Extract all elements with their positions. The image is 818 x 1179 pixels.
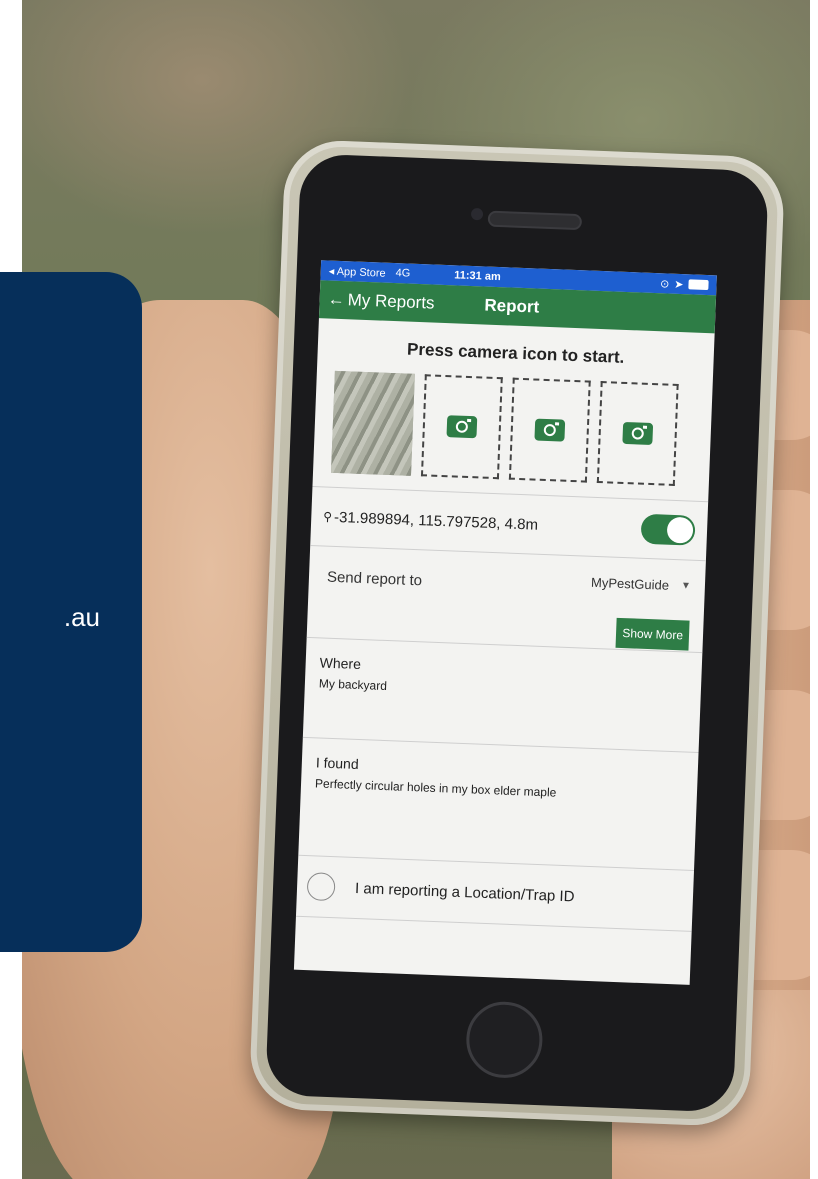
show-more-button[interactable]: Show More xyxy=(615,617,690,651)
send-report-value: MyPestGuide xyxy=(590,574,670,593)
camera-icon xyxy=(622,421,654,446)
trap-option-radio[interactable] xyxy=(306,872,336,902)
photo-slot[interactable] xyxy=(508,377,591,483)
chevron-down-icon: ▼ xyxy=(680,580,692,592)
panel-text-clip: .au xyxy=(0,272,142,952)
location-arrow-icon: ➤ xyxy=(674,278,684,291)
status-icons: ⊙ ➤ xyxy=(660,277,709,292)
send-report-select[interactable]: MyPestGuide ▼ xyxy=(591,575,691,594)
front-camera xyxy=(470,207,484,221)
send-report-label: Send report to xyxy=(326,568,423,590)
phone: ◂ App Store 4G 11:31 am ⊙ ➤ ← My Reports… xyxy=(248,138,786,1128)
back-label: My Reports xyxy=(347,290,435,313)
network-label: 4G xyxy=(395,267,411,280)
phone-screen: ◂ App Store 4G 11:31 am ⊙ ➤ ← My Reports… xyxy=(293,260,717,985)
phone-body: ◂ App Store 4G 11:31 am ⊙ ➤ ← My Reports… xyxy=(265,153,769,1113)
photo-slots xyxy=(313,370,713,487)
toggle-knob xyxy=(666,516,694,544)
location-coordinates: -31.989894, 115.797528, 4.8m xyxy=(333,508,539,534)
status-time: 11:31 am xyxy=(454,269,501,284)
map-pin-icon: ⚲ xyxy=(323,509,333,524)
trap-option-label: I am reporting a Location/Trap ID xyxy=(354,879,575,905)
page-title: Report xyxy=(484,295,540,317)
found-field[interactable]: I found Perfectly circular holes in my b… xyxy=(298,736,699,870)
photo-thumbnail[interactable] xyxy=(331,370,415,476)
home-button[interactable] xyxy=(464,1000,544,1080)
photo-slot[interactable] xyxy=(596,381,679,486)
send-report-row: Send report to MyPestGuide ▼ Show More xyxy=(306,544,706,653)
location-toggle[interactable] xyxy=(640,513,696,546)
back-button[interactable]: ← My Reports xyxy=(327,289,435,313)
carrier-label: ◂ App Store xyxy=(328,265,386,280)
battery-icon xyxy=(688,279,709,291)
lock-rotation-icon: ⊙ xyxy=(659,277,670,291)
camera-icon xyxy=(446,415,478,439)
back-arrow-icon: ← xyxy=(327,289,346,310)
panel-text: .au xyxy=(63,602,100,632)
photo-slot[interactable] xyxy=(420,374,503,480)
where-field[interactable]: Where My backyard xyxy=(302,636,703,753)
earpiece-speaker xyxy=(487,210,583,231)
camera-icon xyxy=(534,418,566,442)
